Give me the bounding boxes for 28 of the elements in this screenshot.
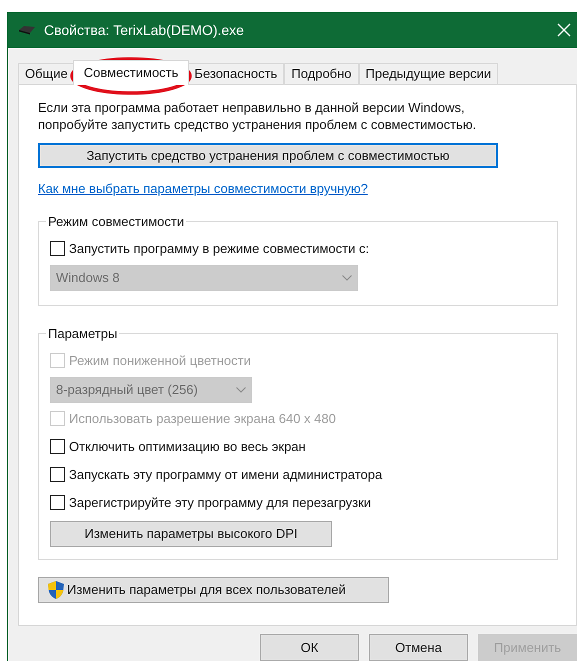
- checkbox[interactable]: [50, 439, 65, 454]
- checkbox-label: Запускать эту программу от имени администратора: [69, 466, 382, 484]
- tab[interactable]: Совместимость: [72, 60, 190, 85]
- high-dpi-button[interactable]: Изменить параметры высокого DPI: [50, 520, 332, 546]
- tab[interactable]: Безопасность: [187, 63, 284, 84]
- checkbox[interactable]: [50, 241, 65, 256]
- checkbox-label: Использовать разрешение экрана 640 x 480: [69, 410, 336, 428]
- checkbox-label: Запустить программу в режиме совместимости с:: [69, 240, 370, 258]
- troubleshoot-button[interactable]: Запустить средство устранения проблем с совместимостью: [38, 143, 498, 168]
- dialog-button[interactable]: ОК: [260, 634, 359, 661]
- intro-text: Если эта программа работает неправильно в данной версии Windows, попробуйте запустить средство устранения проблем с совместимостью.: [38, 99, 478, 133]
- checkbox-label: Зарегистрируйте эту программу для перезагрузки: [69, 494, 372, 512]
- tab[interactable]: Предыдущие версии: [358, 63, 498, 84]
- window-title: Свойства: TerixLab(DEMO).exe: [44, 20, 244, 40]
- shield-icon: [47, 580, 65, 600]
- help-link[interactable]: Как мне выбрать параметры совместимости вручную?: [38, 181, 368, 196]
- checkbox[interactable]: [50, 495, 65, 510]
- tab[interactable]: Общие: [18, 63, 75, 84]
- drive-icon: [18, 25, 36, 35]
- dialog-button[interactable]: Отмена: [369, 634, 468, 661]
- chevron-down-icon: [342, 274, 352, 280]
- checkbox-label: Отключить оптимизацию во весь экран: [69, 438, 306, 456]
- chevron-down-icon: [236, 386, 246, 392]
- tab[interactable]: Подробно: [284, 63, 359, 84]
- close-icon[interactable]: [557, 23, 571, 37]
- all-users-button[interactable]: Изменить параметры для всех пользователей: [38, 576, 389, 602]
- checkbox[interactable]: [50, 467, 65, 482]
- checkbox-label: Режим пониженной цветности: [69, 352, 251, 370]
